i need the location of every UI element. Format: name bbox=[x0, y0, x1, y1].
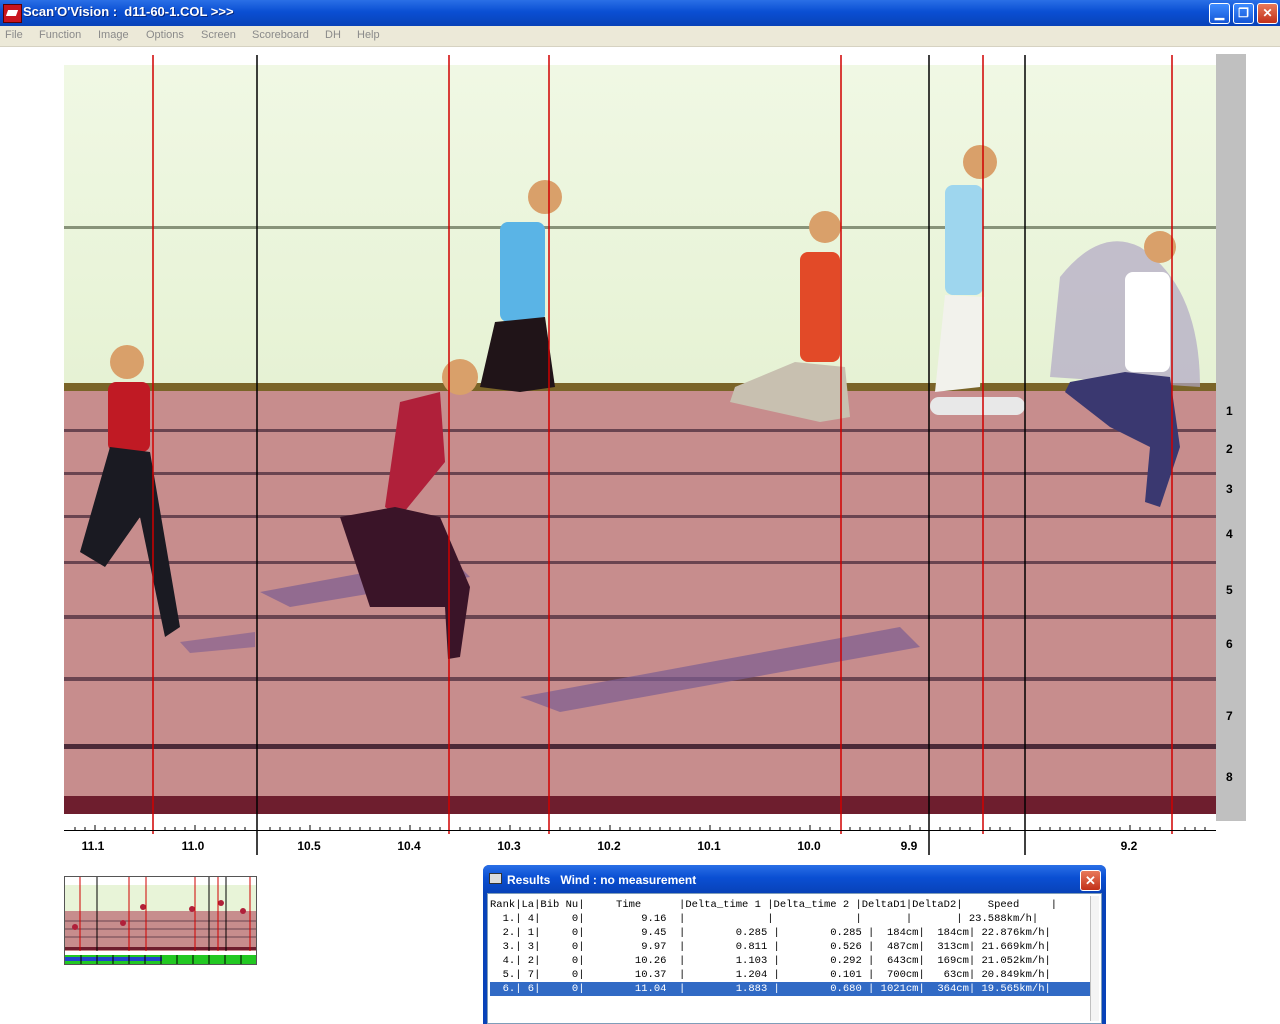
menu-options[interactable]: Options bbox=[146, 29, 184, 41]
result-row-selected[interactable]: 6.| 6| 0| 11.04 | 1.883 | 0.680 | 1021cm… bbox=[490, 982, 1090, 996]
time-tick-label: 11.1 bbox=[81, 839, 105, 853]
overview-thumbnail[interactable] bbox=[64, 876, 257, 965]
lane-number-8: 8 bbox=[1226, 770, 1233, 784]
lane-number-4: 4 bbox=[1226, 527, 1233, 541]
photo-finish-view[interactable]: 11.1 11.0 10.5 10.4 10.3 10.2 10.1 10.0 … bbox=[0, 47, 1280, 867]
result-row[interactable]: 4.| 2| 0| 10.26 | 1.103 | 0.292 | 643cm|… bbox=[490, 954, 1090, 968]
results-scrollbar[interactable] bbox=[1090, 896, 1099, 1021]
lane-number-6: 6 bbox=[1226, 637, 1233, 651]
time-tick-label: 10.3 bbox=[497, 839, 521, 853]
time-tick-label: 9.9 bbox=[900, 839, 918, 853]
time-tick-label: 10.0 bbox=[797, 839, 821, 853]
scanovision-logo-icon[interactable] bbox=[3, 4, 22, 23]
window-title: Scan'O'Vision : d11-60-1.COL >>> bbox=[23, 4, 234, 19]
results-header-row: Rank|La|Bib Nu| Time |Delta_time 1 |Delt… bbox=[490, 899, 1058, 911]
time-tick-label: 11.0 bbox=[181, 839, 205, 853]
lane-number-bar bbox=[1216, 54, 1246, 821]
time-tick-label: 10.1 bbox=[697, 839, 721, 853]
time-axis bbox=[64, 830, 1216, 831]
close-results-button[interactable]: ✕ bbox=[1080, 870, 1101, 891]
results-table[interactable]: Rank|La|Bib Nu| Time |Delta_time 1 |Delt… bbox=[487, 893, 1102, 1024]
results-titlebar[interactable]: Results Wind : no measurement ✕ bbox=[483, 865, 1106, 893]
time-tick-label: 10.5 bbox=[297, 839, 321, 853]
result-row[interactable]: 5.| 7| 0| 10.37 | 1.204 | 0.101 | 700cm|… bbox=[490, 968, 1090, 982]
close-window-button[interactable]: ✕ bbox=[1257, 3, 1278, 24]
printer-icon[interactable] bbox=[489, 873, 502, 884]
result-row[interactable]: 1.| 4| 0| 9.16 | | | | | 23.588km/h| bbox=[490, 912, 1090, 926]
menu-help[interactable]: Help bbox=[357, 29, 380, 41]
result-row[interactable]: 2.| 1| 0| 9.45 | 0.285 | 0.285 | 184cm| … bbox=[490, 926, 1090, 940]
menu-function[interactable]: Function bbox=[39, 29, 81, 41]
results-title: Results Wind : no measurement bbox=[507, 873, 697, 887]
maximize-button[interactable]: ❐ bbox=[1233, 3, 1254, 24]
minimize-button[interactable]: ▁ bbox=[1209, 3, 1230, 24]
lane-number-3: 3 bbox=[1226, 482, 1233, 496]
window-titlebar[interactable]: Scan'O'Vision : d11-60-1.COL >>> ▁ ❐ ✕ bbox=[0, 0, 1280, 26]
lane-number-2: 2 bbox=[1226, 442, 1233, 456]
lane-number-7: 7 bbox=[1226, 709, 1233, 723]
menu-file[interactable]: File bbox=[5, 29, 23, 41]
menu-dh[interactable]: DH bbox=[325, 29, 341, 41]
menu-screen[interactable]: Screen bbox=[201, 29, 236, 41]
lane-number-1: 1 bbox=[1226, 404, 1233, 418]
time-tick-label: 10.4 bbox=[397, 839, 421, 853]
menu-scoreboard[interactable]: Scoreboard bbox=[252, 29, 309, 41]
time-tick-label: 9.2 bbox=[1120, 839, 1138, 853]
menu-bar: File Function Image Options Screen Score… bbox=[0, 26, 1280, 47]
photo-finish-image[interactable] bbox=[0, 47, 1280, 867]
lane-number-5: 5 bbox=[1226, 583, 1233, 597]
menu-image[interactable]: Image bbox=[98, 29, 129, 41]
time-tick-label: 10.2 bbox=[597, 839, 621, 853]
overview-thumbnail-image bbox=[65, 877, 256, 964]
result-row[interactable]: 3.| 3| 0| 9.97 | 0.811 | 0.526 | 487cm| … bbox=[490, 940, 1090, 954]
results-window[interactable]: Results Wind : no measurement ✕ Rank|La|… bbox=[483, 865, 1106, 1024]
